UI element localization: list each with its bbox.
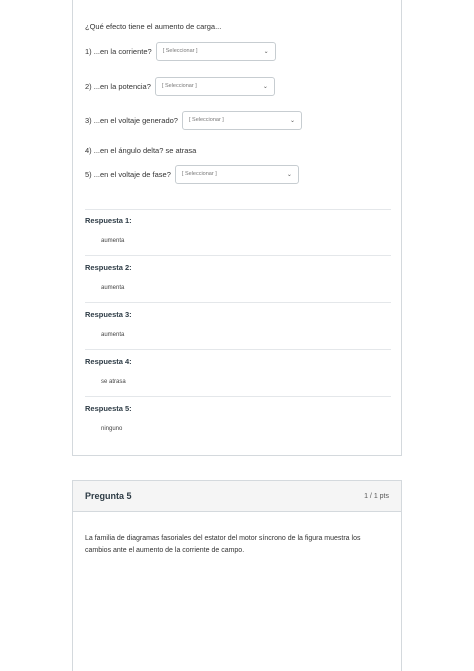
question-label: 4) ...en el ángulo delta? se atrasa: [85, 145, 197, 155]
question-header: Pregunta 5 1 / 1 pts: [73, 481, 401, 512]
question-label: 1) ...en la corriente?: [85, 46, 152, 56]
question-row-1: 1) ...en la corriente? [ Seleccionar ] ⌄: [85, 41, 276, 61]
answer-select-3[interactable]: [ Seleccionar ] ⌄: [181, 110, 302, 130]
question-label: 2) ...en la potencia?: [85, 81, 151, 91]
answer-select-1[interactable]: [ Seleccionar ] ⌄: [155, 41, 276, 61]
answer-select-2[interactable]: [ Seleccionar ] ⌄: [154, 76, 275, 96]
question-label: 5) ...en el voltaje de fase?: [85, 169, 171, 179]
question-row-3: 3) ...en el voltaje generado? [ Seleccio…: [85, 110, 302, 130]
select-value: [ Seleccionar ]: [161, 83, 197, 89]
question-row-2: 2) ...en la potencia? [ Seleccionar ] ⌄: [85, 76, 275, 96]
question-card-4: ¿Qué efecto tiene el aumento de carga...…: [72, 0, 402, 456]
question-label: 3) ...en el voltaje generado?: [85, 115, 178, 125]
question-row-5: 5) ...en el voltaje de fase? [ Seleccion…: [85, 164, 299, 184]
question-prompt: ¿Qué efecto tiene el aumento de carga...: [85, 22, 222, 31]
divider: [85, 255, 391, 256]
divider: [85, 349, 391, 350]
answer-value-2: aumenta: [101, 285, 125, 291]
answer-value-3: aumenta: [101, 332, 125, 338]
answer-value-1: aumenta: [101, 238, 125, 244]
divider: [85, 209, 391, 210]
chevron-down-icon: ⌄: [289, 117, 295, 124]
quiz-page: ¿Qué efecto tiene el aumento de carga...…: [0, 0, 474, 671]
question-text: La familia de diagramas fasoriales del e…: [85, 535, 361, 554]
select-value: [ Seleccionar ]: [188, 117, 224, 123]
question-title: Pregunta 5: [85, 491, 132, 501]
chevron-down-icon: ⌄: [263, 48, 269, 55]
answer-value-5: ninguno: [101, 426, 123, 432]
divider: [85, 396, 391, 397]
question-points: 1 / 1 pts: [364, 492, 389, 500]
answer-title-3: Respuesta 3:: [85, 310, 132, 319]
chevron-down-icon: ⌄: [286, 171, 292, 178]
answer-title-1: Respuesta 1:: [85, 216, 132, 225]
chevron-down-icon: ⌄: [262, 83, 268, 90]
answer-title-4: Respuesta 4:: [85, 357, 132, 366]
answer-title-5: Respuesta 5:: [85, 404, 132, 413]
select-value: [ Seleccionar ]: [162, 48, 198, 54]
question-row-4: 4) ...en el ángulo delta? se atrasa: [85, 140, 196, 160]
answer-select-5[interactable]: [ Seleccionar ] ⌄: [174, 164, 299, 184]
answer-value-4: se atrasa: [101, 379, 126, 385]
answer-title-2: Respuesta 2:: [85, 263, 132, 272]
divider: [85, 302, 391, 303]
question-card-5: Pregunta 5 1 / 1 pts La familia de diagr…: [72, 480, 402, 671]
select-value: [ Seleccionar ]: [181, 171, 217, 177]
